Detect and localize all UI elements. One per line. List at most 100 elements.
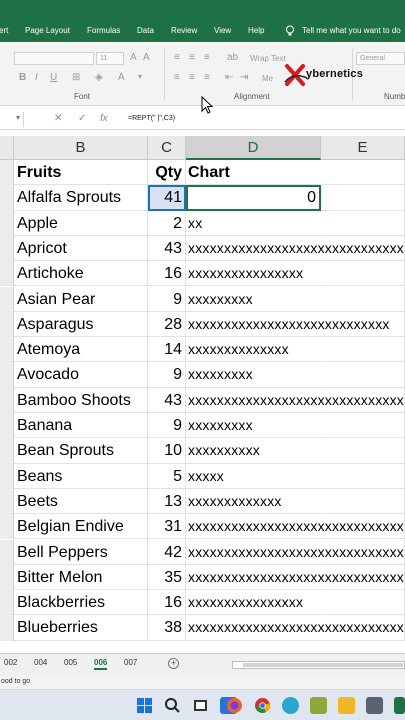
- borders-icon[interactable]: ⊞: [72, 72, 80, 83]
- tell-me-search[interactable]: Tell me what you want to do: [302, 26, 401, 35]
- cell-empty[interactable]: [321, 413, 405, 439]
- cell-fruit[interactable]: Alfalfa Sprouts: [14, 185, 148, 211]
- cell-qty[interactable]: 43: [148, 387, 186, 413]
- tab-review[interactable]: Review: [171, 26, 197, 35]
- cell-fruit[interactable]: Asian Pear: [14, 286, 148, 312]
- row-header[interactable]: [0, 564, 14, 591]
- align-middle-icon[interactable]: ≡: [189, 52, 195, 63]
- cell-empty[interactable]: [321, 185, 405, 211]
- cell-qty[interactable]: 31: [148, 514, 186, 540]
- cell-qty[interactable]: 16: [148, 590, 186, 616]
- cell-fruit[interactable]: Beans: [14, 463, 148, 489]
- worksheet-grid[interactable]: Fruits Qty Chart Alfalfa Sprouts 41 0 Ap…: [14, 160, 405, 653]
- cell-fruit[interactable]: Apple: [14, 210, 148, 236]
- cell-fruit[interactable]: Blueberries: [14, 615, 148, 641]
- column-header-b[interactable]: B: [14, 136, 148, 160]
- tab-insert[interactable]: ert: [0, 26, 8, 35]
- increase-indent-icon[interactable]: ⇥: [240, 72, 248, 83]
- cell-empty[interactable]: [321, 539, 405, 565]
- cell-empty[interactable]: [321, 564, 405, 591]
- cell-qty[interactable]: 9: [148, 286, 186, 312]
- cell-chart[interactable]: xxxxxxxxxxxxxxxxxxxxxxxxxxxxxxxxxxxxxxxx…: [186, 388, 405, 413]
- row-header[interactable]: [0, 514, 14, 540]
- tab-data[interactable]: Data: [137, 26, 154, 35]
- cell-empty[interactable]: [321, 590, 405, 616]
- cell-qty[interactable]: 43: [148, 235, 186, 262]
- wrap-text-button[interactable]: Wrap Text: [250, 54, 286, 63]
- cell-chart[interactable]: xxxxxxxxx: [186, 362, 321, 388]
- cell-chart[interactable]: xxxxxxxxxx: [186, 438, 321, 464]
- row-header[interactable]: [0, 615, 14, 641]
- row-header[interactable]: [0, 261, 14, 287]
- insert-function-icon[interactable]: fx: [100, 113, 108, 124]
- cell-empty[interactable]: [321, 387, 405, 413]
- cell-chart[interactable]: xxxxxxxxx: [186, 287, 321, 312]
- header-qty[interactable]: Qty: [148, 160, 186, 186]
- row-header[interactable]: [0, 488, 14, 515]
- header-chart[interactable]: Chart: [186, 160, 321, 186]
- cell-fruit[interactable]: Bitter Melon: [14, 564, 148, 591]
- cell-empty[interactable]: [321, 438, 405, 464]
- fill-color-icon[interactable]: ◈: [95, 72, 103, 83]
- column-header-d[interactable]: D: [186, 136, 321, 160]
- active-cell[interactable]: 0: [186, 185, 321, 211]
- firefox-icon[interactable]: [226, 697, 243, 714]
- cell-qty-selected[interactable]: 41: [148, 185, 186, 211]
- orientation-icon[interactable]: ab: [227, 52, 238, 63]
- cell-fruit[interactable]: Avocado: [14, 362, 148, 388]
- shrink-font-icon[interactable]: A: [143, 52, 150, 63]
- row-header[interactable]: [0, 210, 14, 236]
- calculator-icon[interactable]: [366, 697, 383, 714]
- cell-fruit[interactable]: Beets: [14, 488, 148, 515]
- scrollbar-thumb[interactable]: [243, 663, 403, 667]
- decrease-indent-icon[interactable]: ⇤: [225, 72, 233, 83]
- cell-empty[interactable]: [321, 210, 405, 236]
- cell-fruit[interactable]: Atemoya: [14, 337, 148, 363]
- font-color-icon[interactable]: A: [118, 72, 125, 83]
- sheet-tab-007[interactable]: 007: [124, 658, 137, 667]
- row-header[interactable]: [0, 413, 14, 439]
- cell-qty[interactable]: 16: [148, 261, 186, 287]
- grow-font-icon[interactable]: A: [130, 52, 137, 63]
- italic-icon[interactable]: I: [35, 72, 38, 83]
- app-icon[interactable]: [310, 697, 327, 714]
- chrome-icon[interactable]: [254, 697, 271, 714]
- add-sheet-icon[interactable]: +: [168, 658, 179, 669]
- cell-empty[interactable]: [321, 615, 405, 641]
- align-right-icon[interactable]: ≡: [204, 72, 210, 83]
- font-size-box[interactable]: 11: [96, 52, 124, 65]
- cancel-icon[interactable]: ✕: [54, 113, 62, 124]
- cell-chart[interactable]: xxxxxxxxx: [186, 413, 321, 439]
- confirm-icon[interactable]: ✓: [78, 113, 86, 124]
- cell-qty[interactable]: 10: [148, 438, 186, 464]
- row-header[interactable]: [0, 362, 14, 388]
- cell-chart[interactable]: xxxxxxxxxxxxxxxxxxxxxxxxxxxxxxxxxxxxxx: [186, 615, 405, 641]
- column-header-e[interactable]: E: [321, 136, 405, 160]
- cell-qty[interactable]: 5: [148, 463, 186, 489]
- task-view-icon[interactable]: [192, 697, 209, 714]
- cell-empty[interactable]: [321, 362, 405, 388]
- cell-qty[interactable]: 28: [148, 311, 186, 338]
- cell-qty[interactable]: 2: [148, 210, 186, 236]
- cell-fruit[interactable]: Banana: [14, 413, 148, 439]
- align-bottom-icon[interactable]: ≡: [204, 52, 210, 63]
- row-header[interactable]: [0, 235, 14, 262]
- sheet-tab-006[interactable]: 006: [94, 658, 108, 670]
- row-header[interactable]: [0, 539, 14, 565]
- dropdown-icon[interactable]: ▾: [138, 72, 142, 81]
- row-header[interactable]: [0, 387, 14, 413]
- sheet-tab-004[interactable]: 004: [34, 658, 47, 667]
- cell-chart[interactable]: xx: [186, 211, 321, 236]
- cell-qty[interactable]: 38: [148, 615, 186, 641]
- cell-chart[interactable]: xxxxxxxxxxxxxxxxxxxxxxxxxxxxxxxxxxxxxxxx…: [186, 540, 405, 565]
- row-header[interactable]: [0, 311, 14, 338]
- sheet-tab-005[interactable]: 005: [64, 658, 77, 667]
- cell-fruit[interactable]: Artichoke: [14, 261, 148, 287]
- row-header[interactable]: [0, 438, 14, 464]
- tab-help[interactable]: Help: [248, 26, 264, 35]
- edge-icon[interactable]: [282, 697, 299, 714]
- underline-icon[interactable]: U: [50, 72, 57, 83]
- tab-page-layout[interactable]: Page Layout: [25, 26, 70, 35]
- cell-fruit[interactable]: Blackberries: [14, 590, 148, 616]
- cell-empty[interactable]: [321, 235, 405, 262]
